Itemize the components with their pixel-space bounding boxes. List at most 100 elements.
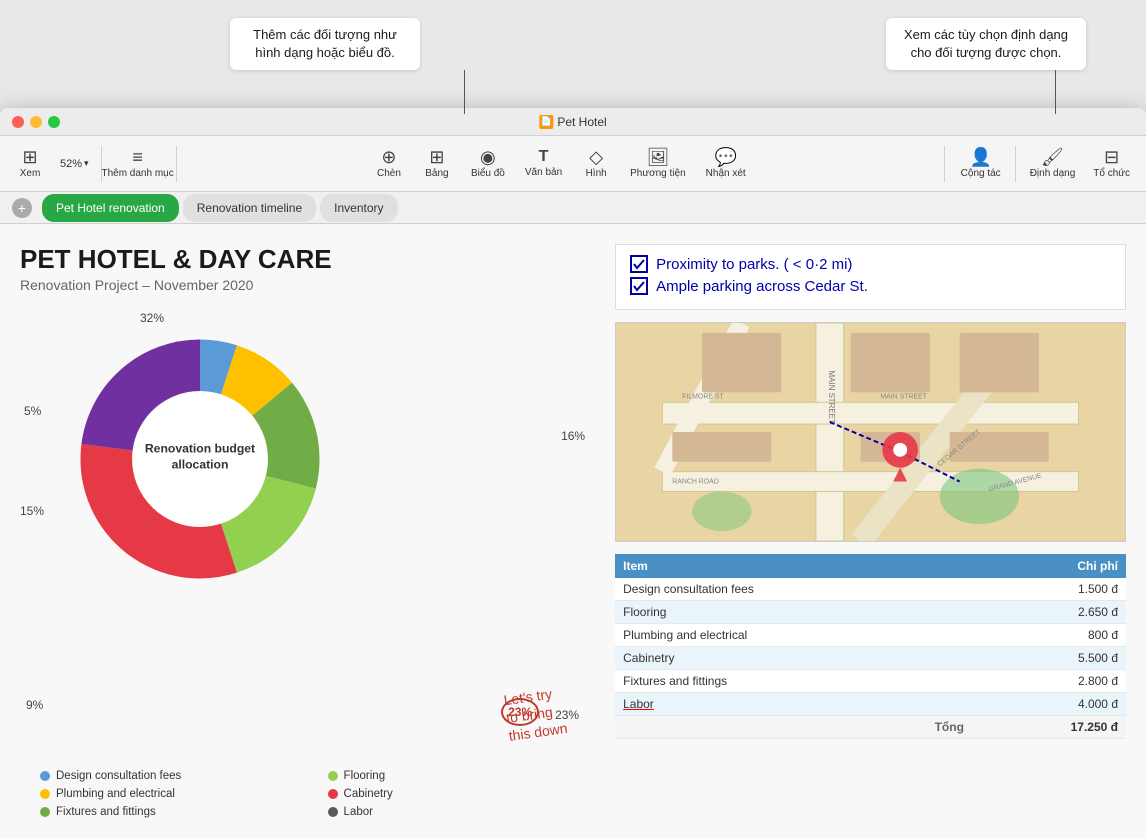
toolbar-center-group: ⊕ Chèn ⊞ Bảng ◉ Biểu đồ T Văn bản ◇ Hình…	[185, 144, 936, 183]
insert-icon: ⊕	[381, 148, 396, 166]
note-item-2: Ample parking across Cedar St.	[630, 277, 1111, 295]
tabbar: + Pet Hotel renovation Renovation timeli…	[0, 192, 1146, 224]
main-window: 📄 Pet Hotel ⊞ Xem 52% ▾ ≡ Thêm danh mục …	[0, 108, 1146, 838]
checkbox-icon-2	[630, 277, 648, 295]
right-panel: Proximity to parks. ( < 0·2 mi) Ample pa…	[615, 244, 1126, 818]
checkbox-icon-1	[630, 255, 648, 273]
callout-right: Xem các tùy chọn định dạng cho đối tượng…	[886, 18, 1086, 70]
callout-left: Thêm các đối tượng như hình dạng hoặc bi…	[230, 18, 420, 70]
table-cell-cost-2: 800 đ	[972, 624, 1126, 647]
legend-item-plumbing: Plumbing and electrical	[40, 788, 308, 800]
table-row: Design consultation fees 1.500 đ	[615, 578, 1126, 601]
insert-button[interactable]: ⊕ Chèn	[367, 144, 411, 183]
table-icon: ⊞	[429, 148, 444, 166]
collab-icon: 👤	[969, 148, 991, 166]
tab-renovation-timeline[interactable]: Renovation timeline	[183, 194, 316, 222]
table-row: Labor 4.000 đ	[615, 693, 1126, 716]
table-cell-item-2: Plumbing and electrical	[615, 624, 972, 647]
table-cell-item-1: Flooring	[615, 601, 972, 624]
pct-15: 15%	[20, 504, 44, 518]
maximize-button[interactable]	[48, 116, 60, 128]
table-row: Flooring 2.650 đ	[615, 601, 1126, 624]
zoom-control[interactable]: 52% ▾	[54, 155, 95, 173]
table-cell-cost-3: 5.500 đ	[972, 647, 1126, 670]
comment-icon: 💬	[714, 148, 736, 166]
legend-dot-plumbing	[40, 789, 50, 799]
table-header-item: Item	[615, 554, 972, 578]
close-button[interactable]	[12, 116, 24, 128]
window-title: 📄 Pet Hotel	[539, 115, 606, 129]
minimize-button[interactable]	[30, 116, 42, 128]
donut-chart[interactable]: Renovation budget allocation	[50, 309, 370, 629]
table-total-value: 17.250 đ	[972, 716, 1126, 739]
circle-annotation: 23%	[501, 698, 539, 726]
toolbar-separator-4	[1015, 146, 1016, 182]
left-panel: PET HOTEL & DAY CARE Renovation Project …	[20, 244, 595, 818]
legend-item-design: Design consultation fees	[40, 770, 308, 782]
legend-dot-cabinetry	[328, 789, 338, 799]
format-icon: 🖌	[1041, 148, 1064, 166]
donut-svg: Renovation budget allocation	[50, 309, 350, 609]
tab-pet-hotel-renovation[interactable]: Pet Hotel renovation	[42, 194, 179, 222]
map-svg: MAIN STREET FILMORE ST MAIN STREET CEDAR…	[616, 323, 1125, 541]
checkmark-icon-2	[632, 279, 646, 293]
shape-icon: ◇	[589, 148, 603, 166]
text-button[interactable]: T Văn bản	[517, 145, 570, 182]
media-button[interactable]: 🖼 Phương tiện	[622, 144, 694, 183]
pct-9: 9%	[26, 698, 43, 712]
tab-inventory[interactable]: Inventory	[320, 194, 397, 222]
organize-icon: ⊟	[1104, 148, 1119, 166]
traffic-lights	[12, 116, 60, 128]
add-tab-button[interactable]: +	[12, 198, 32, 218]
page-subtitle: Renovation Project – November 2020	[20, 277, 595, 293]
format-button[interactable]: 🖌 Định dạng	[1022, 144, 1084, 183]
media-icon: 🖼	[646, 148, 669, 166]
note-item-1: Proximity to parks. ( < 0·2 mi)	[630, 255, 1111, 273]
chart-icon: ◉	[480, 148, 496, 166]
svg-text:MAIN STREET: MAIN STREET	[827, 371, 836, 424]
table-cell-cost-0: 1.500 đ	[972, 578, 1126, 601]
budget-table-container: Item Chi phí Design consultation fees 1.…	[615, 554, 1126, 739]
legend-dot-fixtures	[40, 807, 50, 817]
table-row: Cabinetry 5.500 đ	[615, 647, 1126, 670]
table-header-cost: Chi phí	[972, 554, 1126, 578]
table-cell-cost-4: 2.800 đ	[972, 670, 1126, 693]
table-row: Fixtures and fittings 2.800 đ	[615, 670, 1126, 693]
document-icon: 📄	[539, 115, 553, 129]
table-cell-item-0: Design consultation fees	[615, 578, 972, 601]
toolbar-separator-3	[944, 146, 945, 182]
legend-item-fixtures: Fixtures and fittings	[40, 806, 308, 818]
pct-5: 5%	[24, 404, 41, 418]
collab-button[interactable]: 👤 Cộng tác	[953, 144, 1009, 183]
organize-button[interactable]: ⊟ Tổ chức	[1085, 144, 1138, 183]
svg-text:MAIN STREET: MAIN STREET	[880, 393, 927, 400]
legend-dot-design	[40, 771, 50, 781]
map-container[interactable]: MAIN STREET FILMORE ST MAIN STREET CEDAR…	[615, 322, 1126, 542]
add-list-icon: ≡	[132, 148, 143, 166]
legend-dot-flooring	[328, 771, 338, 781]
legend-item-labor: Labor	[328, 806, 596, 818]
notes-area: Proximity to parks. ( < 0·2 mi) Ample pa…	[615, 244, 1126, 310]
chevron-down-icon: ▾	[84, 158, 89, 169]
add-list-button[interactable]: ≡ Thêm danh mục	[107, 144, 168, 183]
svg-text:allocation: allocation	[172, 457, 229, 471]
legend-item-cabinetry: Cabinetry	[328, 788, 596, 800]
chart-area: 32% 16% 5% 15% 9% 23%	[20, 309, 595, 762]
legend-item-flooring: Flooring	[328, 770, 596, 782]
table-button[interactable]: ⊞ Bảng	[415, 144, 459, 183]
toolbar-separator-2	[176, 146, 177, 182]
chart-button[interactable]: ◉ Biểu đồ	[463, 144, 513, 183]
toolbar-left-group: ⊞ Xem 52% ▾ ≡ Thêm danh mục	[8, 144, 168, 183]
titlebar: 📄 Pet Hotel	[0, 108, 1146, 136]
toolbar-right-group: 👤 Cộng tác 🖌 Định dạng ⊟ Tổ chức	[953, 144, 1138, 183]
shape-button[interactable]: ◇ Hình	[574, 144, 618, 183]
table-cell-item-4: Fixtures and fittings	[615, 670, 972, 693]
table-cell-item-3: Cabinetry	[615, 647, 972, 670]
view-button[interactable]: ⊞ Xem	[8, 144, 52, 183]
note-text-1: Proximity to parks. ( < 0·2 mi)	[656, 256, 852, 273]
svg-text:FILMORE ST: FILMORE ST	[682, 393, 724, 400]
text-icon: T	[539, 149, 549, 165]
comment-button[interactable]: 💬 Nhận xét	[698, 144, 754, 183]
table-cell-cost-5: 4.000 đ	[972, 693, 1126, 716]
view-icon: ⊞	[22, 148, 37, 166]
